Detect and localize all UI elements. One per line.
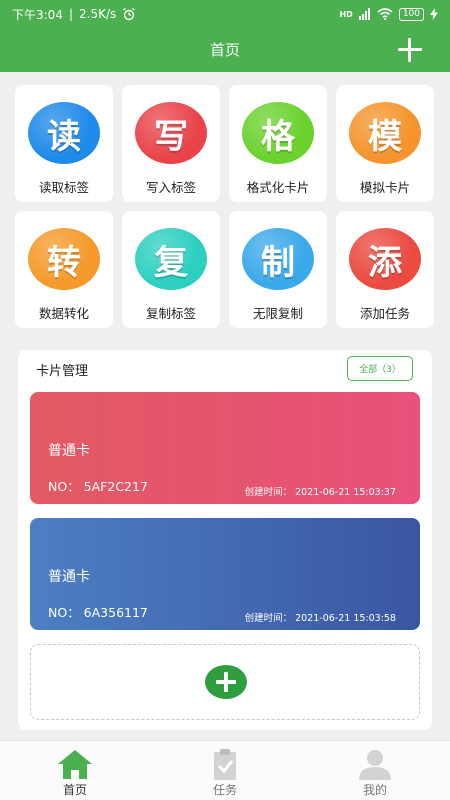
- user-icon: [359, 750, 391, 780]
- nav-profile[interactable]: 我的: [300, 741, 450, 800]
- nav-profile-label: 我的: [362, 783, 387, 797]
- battery-level: 100: [398, 7, 424, 21]
- alarm-clock-icon: [123, 7, 136, 21]
- status-speed: 2.5K/s: [79, 7, 117, 21]
- function-label: 数据转化: [38, 306, 89, 321]
- home-icon: [58, 750, 92, 779]
- function-grid: 读读取标签写写入标签格格式化卡片模模拟卡片转数据转化复复制标签制无限复制添添加任…: [15, 85, 435, 328]
- function-label: 添加任务: [359, 306, 410, 321]
- status-separator: |: [68, 7, 73, 21]
- function-label: 复制标签: [145, 306, 196, 321]
- function-tile[interactable]: 添添加任务: [336, 211, 434, 328]
- add-icon[interactable]: [396, 36, 424, 64]
- add-card-area[interactable]: [30, 644, 420, 720]
- function-label: 读取标签: [38, 180, 89, 195]
- bottom-nav: 首页 任务 我的: [0, 740, 450, 800]
- card-type: 普通卡: [48, 443, 90, 459]
- charging-icon: [430, 8, 438, 20]
- function-icon: 添: [349, 228, 421, 290]
- add-card-plus-icon[interactable]: [205, 665, 247, 699]
- function-label: 无限复制: [252, 306, 303, 321]
- function-tile[interactable]: 复复制标签: [122, 211, 220, 328]
- function-tile[interactable]: 读读取标签: [15, 85, 113, 202]
- section-title: 卡片管理: [36, 364, 89, 379]
- function-icon: 模: [349, 102, 421, 164]
- status-left: 下午3:04 | 2.5K/s: [12, 6, 136, 23]
- page-title: 首页: [209, 41, 240, 59]
- nav-home[interactable]: 首页: [0, 741, 150, 800]
- wifi-icon: [377, 8, 393, 20]
- signal-icon: [358, 8, 370, 20]
- function-tile[interactable]: 模模拟卡片: [336, 85, 434, 202]
- function-tile[interactable]: 写写入标签: [122, 85, 220, 202]
- function-icon: 转: [28, 228, 100, 290]
- rfid-card-1[interactable]: 普通卡 NO： 5AF2C217 创建时间： 2021-06-21 15:03:…: [30, 392, 420, 504]
- function-label: 写入标签: [145, 180, 196, 195]
- function-icon: 复: [135, 228, 207, 290]
- function-icon: 格: [242, 102, 314, 164]
- status-bar: 下午3:04 | 2.5K/s HD 100: [0, 0, 450, 28]
- function-tile[interactable]: 制无限复制: [229, 211, 327, 328]
- card-number: NO： 6A356117: [48, 605, 148, 620]
- status-right: HD 100: [339, 7, 438, 21]
- function-icon: 写: [135, 102, 207, 164]
- clipboard-icon: [214, 749, 236, 780]
- function-label: 格式化卡片: [246, 180, 310, 195]
- card-management-section: 卡片管理 全部（3） 普通卡 NO： 5AF2C217 创建时间： 2021-0…: [18, 350, 432, 730]
- status-time: 下午3:04: [12, 7, 63, 22]
- function-icon: 制: [242, 228, 314, 290]
- card-number: NO： 5AF2C217: [48, 479, 148, 494]
- app-bar: 首页: [0, 28, 450, 72]
- function-tile[interactable]: 转数据转化: [15, 211, 113, 328]
- nav-home-label: 首页: [62, 783, 87, 797]
- function-tile[interactable]: 格格式化卡片: [229, 85, 327, 202]
- function-icon: 读: [28, 102, 100, 164]
- signal-label: HD: [339, 9, 353, 19]
- function-label: 模拟卡片: [359, 180, 410, 195]
- card-type: 普通卡: [48, 569, 90, 585]
- rfid-card-2[interactable]: 普通卡 NO： 6A356117 创建时间： 2021-06-21 15:03:…: [30, 518, 420, 630]
- nav-tasks-label: 任务: [212, 783, 237, 797]
- nav-tasks[interactable]: 任务: [150, 741, 300, 800]
- card-created-time: 创建时间： 2021-06-21 15:03:58: [244, 613, 396, 624]
- all-cards-button[interactable]: 全部（3）: [347, 356, 413, 381]
- card-created-time: 创建时间： 2021-06-21 15:03:37: [244, 487, 396, 498]
